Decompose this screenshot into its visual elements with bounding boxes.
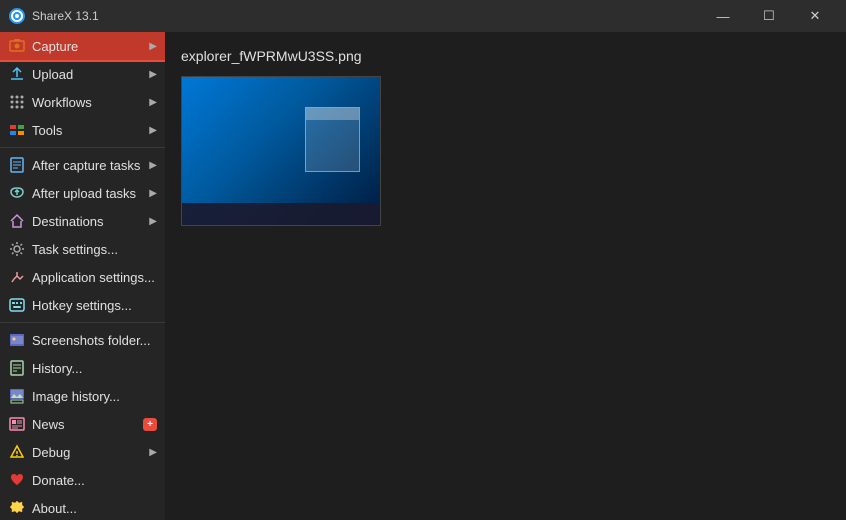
sidebar-label-upload: Upload — [32, 67, 145, 82]
sidebar-item-debug[interactable]: Debug ▶ — [0, 438, 165, 466]
sidebar-label-hotkey-settings: Hotkey settings... — [32, 298, 157, 313]
app-title: ShareX 13.1 — [32, 9, 700, 23]
sidebar-item-hotkey-settings[interactable]: Hotkey settings... — [0, 291, 165, 319]
sidebar-label-screenshots: Screenshots folder... — [32, 333, 157, 348]
screenshot-thumbnail — [181, 76, 381, 226]
sidebar-item-history[interactable]: History... — [0, 354, 165, 382]
arrow-destinations: ▶ — [149, 216, 157, 227]
capture-icon — [8, 37, 26, 55]
hotkey-settings-icon — [8, 296, 26, 314]
app-icon — [8, 7, 26, 25]
sidebar-label-task-settings: Task settings... — [32, 242, 157, 257]
sidebar-label-about: About... — [32, 501, 157, 516]
thumbnail-window-title — [306, 108, 359, 120]
sidebar-item-image-history[interactable]: Image history... — [0, 382, 165, 410]
file-name: explorer_fWPRMwU3SS.png — [181, 48, 830, 64]
badge-news: + — [143, 418, 157, 431]
arrow-tools: ▶ — [149, 125, 157, 136]
sidebar-item-tools[interactable]: Tools ▶ — [0, 116, 165, 144]
news-icon — [8, 415, 26, 433]
sidebar-label-after-capture: After capture tasks — [32, 158, 145, 173]
window-controls: — ☐ ✕ — [700, 0, 838, 32]
sidebar-item-task-settings[interactable]: Task settings... — [0, 235, 165, 263]
main-area: Capture▶Upload▶Workflows▶Tools▶After cap… — [0, 32, 846, 520]
menu-separator — [0, 322, 165, 323]
task-settings-icon — [8, 240, 26, 258]
screenshots-icon — [8, 331, 26, 349]
history-icon — [8, 359, 26, 377]
menu-separator — [0, 147, 165, 148]
arrow-capture: ▶ — [149, 41, 157, 52]
thumbnail-window — [305, 107, 360, 172]
destinations-icon — [8, 212, 26, 230]
sidebar-label-app-settings: Application settings... — [32, 270, 157, 285]
app-settings-icon — [8, 268, 26, 286]
maximize-button[interactable]: ☐ — [746, 0, 792, 32]
arrow-upload: ▶ — [149, 69, 157, 80]
sidebar-item-news[interactable]: News + — [0, 410, 165, 438]
sidebar-item-screenshots[interactable]: Screenshots folder... — [0, 326, 165, 354]
tools-icon — [8, 121, 26, 139]
after-upload-icon — [8, 184, 26, 202]
arrow-after-capture: ▶ — [149, 160, 157, 171]
upload-icon — [8, 65, 26, 83]
minimize-button[interactable]: — — [700, 0, 746, 32]
sidebar-item-after-capture[interactable]: After capture tasks ▶ — [0, 151, 165, 179]
sidebar-label-capture: Capture — [32, 39, 145, 54]
about-icon — [8, 499, 26, 517]
after-capture-icon — [8, 156, 26, 174]
image-history-icon — [8, 387, 26, 405]
sidebar: Capture▶Upload▶Workflows▶Tools▶After cap… — [0, 32, 165, 520]
sidebar-item-workflows[interactable]: Workflows ▶ — [0, 88, 165, 116]
debug-icon — [8, 443, 26, 461]
arrow-debug: ▶ — [149, 447, 157, 458]
sidebar-label-debug: Debug — [32, 445, 145, 460]
thumbnail-taskbar — [182, 203, 380, 225]
sidebar-item-destinations[interactable]: Destinations ▶ — [0, 207, 165, 235]
sidebar-label-history: History... — [32, 361, 157, 376]
arrow-workflows: ▶ — [149, 97, 157, 108]
sidebar-item-capture[interactable]: Capture ▶ — [0, 32, 165, 60]
content-area: explorer_fWPRMwU3SS.png — [165, 32, 846, 520]
sidebar-label-image-history: Image history... — [32, 389, 157, 404]
sidebar-item-app-settings[interactable]: Application settings... — [0, 263, 165, 291]
sidebar-item-about[interactable]: About... — [0, 494, 165, 520]
sidebar-label-news: News — [32, 417, 139, 432]
sidebar-item-donate[interactable]: Donate... — [0, 466, 165, 494]
arrow-after-upload: ▶ — [149, 188, 157, 199]
sidebar-label-donate: Donate... — [32, 473, 157, 488]
sidebar-label-tools: Tools — [32, 123, 145, 138]
workflows-icon — [8, 93, 26, 111]
sidebar-item-after-upload[interactable]: After upload tasks ▶ — [0, 179, 165, 207]
close-button[interactable]: ✕ — [792, 0, 838, 32]
title-bar: ShareX 13.1 — ☐ ✕ — [0, 0, 846, 32]
sidebar-label-after-upload: After upload tasks — [32, 186, 145, 201]
donate-icon — [8, 471, 26, 489]
sidebar-item-upload[interactable]: Upload ▶ — [0, 60, 165, 88]
thumbnail-preview — [182, 77, 380, 225]
sidebar-label-destinations: Destinations — [32, 214, 145, 229]
sidebar-label-workflows: Workflows — [32, 95, 145, 110]
